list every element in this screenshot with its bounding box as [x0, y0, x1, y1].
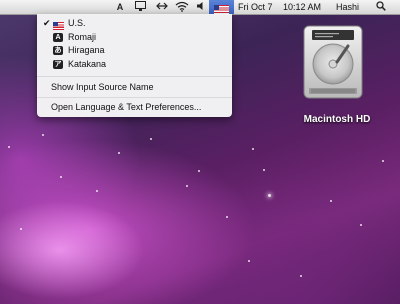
wifi-icon[interactable]: [174, 1, 190, 13]
menu-item-label: Hiragana: [68, 45, 105, 55]
volume-icon[interactable]: [195, 1, 207, 13]
hard-drive-label[interactable]: Macintosh HD: [292, 114, 382, 125]
menu-separator: [37, 97, 232, 98]
checkmark-icon: ✔: [43, 18, 51, 28]
hard-drive-icon[interactable]: [303, 24, 363, 102]
display-icon[interactable]: [133, 1, 147, 13]
menu-separator: [37, 76, 232, 77]
romaji-icon: A: [53, 33, 63, 42]
us-flag-icon: [53, 19, 64, 30]
input-source-menu: ✔ U.S. A Romaji あ Hiragana ア Katakana Sh…: [37, 14, 232, 117]
input-source-flag-icon[interactable]: [213, 3, 229, 15]
sync-icon[interactable]: [155, 1, 169, 13]
hiragana-icon: あ: [53, 46, 63, 55]
menu-item-label: U.S.: [68, 18, 86, 28]
menu-item-label: Show Input Source Name: [51, 82, 154, 92]
menu-item-label: Open Language & Text Preferences...: [51, 102, 202, 112]
menu-item-katakana[interactable]: ア Katakana: [37, 58, 232, 71]
clock-date[interactable]: Fri Oct 7: [238, 0, 273, 14]
show-input-source-name-item[interactable]: Show Input Source Name: [37, 81, 232, 94]
menu-bar: A Fri Oct 7 10:12 AM Hashi: [0, 0, 400, 15]
adobe-icon[interactable]: A: [115, 1, 125, 13]
menu-item-hiragana[interactable]: あ Hiragana: [37, 44, 232, 57]
user-name[interactable]: Hashi: [336, 0, 359, 14]
menu-item-label: Katakana: [68, 59, 107, 69]
clock-time[interactable]: 10:12 AM: [283, 0, 321, 14]
katakana-icon: ア: [53, 60, 63, 69]
menu-item-romaji[interactable]: A Romaji: [37, 31, 232, 44]
menu-item-label: Romaji: [68, 32, 97, 42]
open-language-prefs-item[interactable]: Open Language & Text Preferences...: [37, 101, 232, 114]
menu-item-us[interactable]: ✔ U.S.: [37, 17, 232, 30]
spotlight-icon[interactable]: [375, 1, 387, 13]
